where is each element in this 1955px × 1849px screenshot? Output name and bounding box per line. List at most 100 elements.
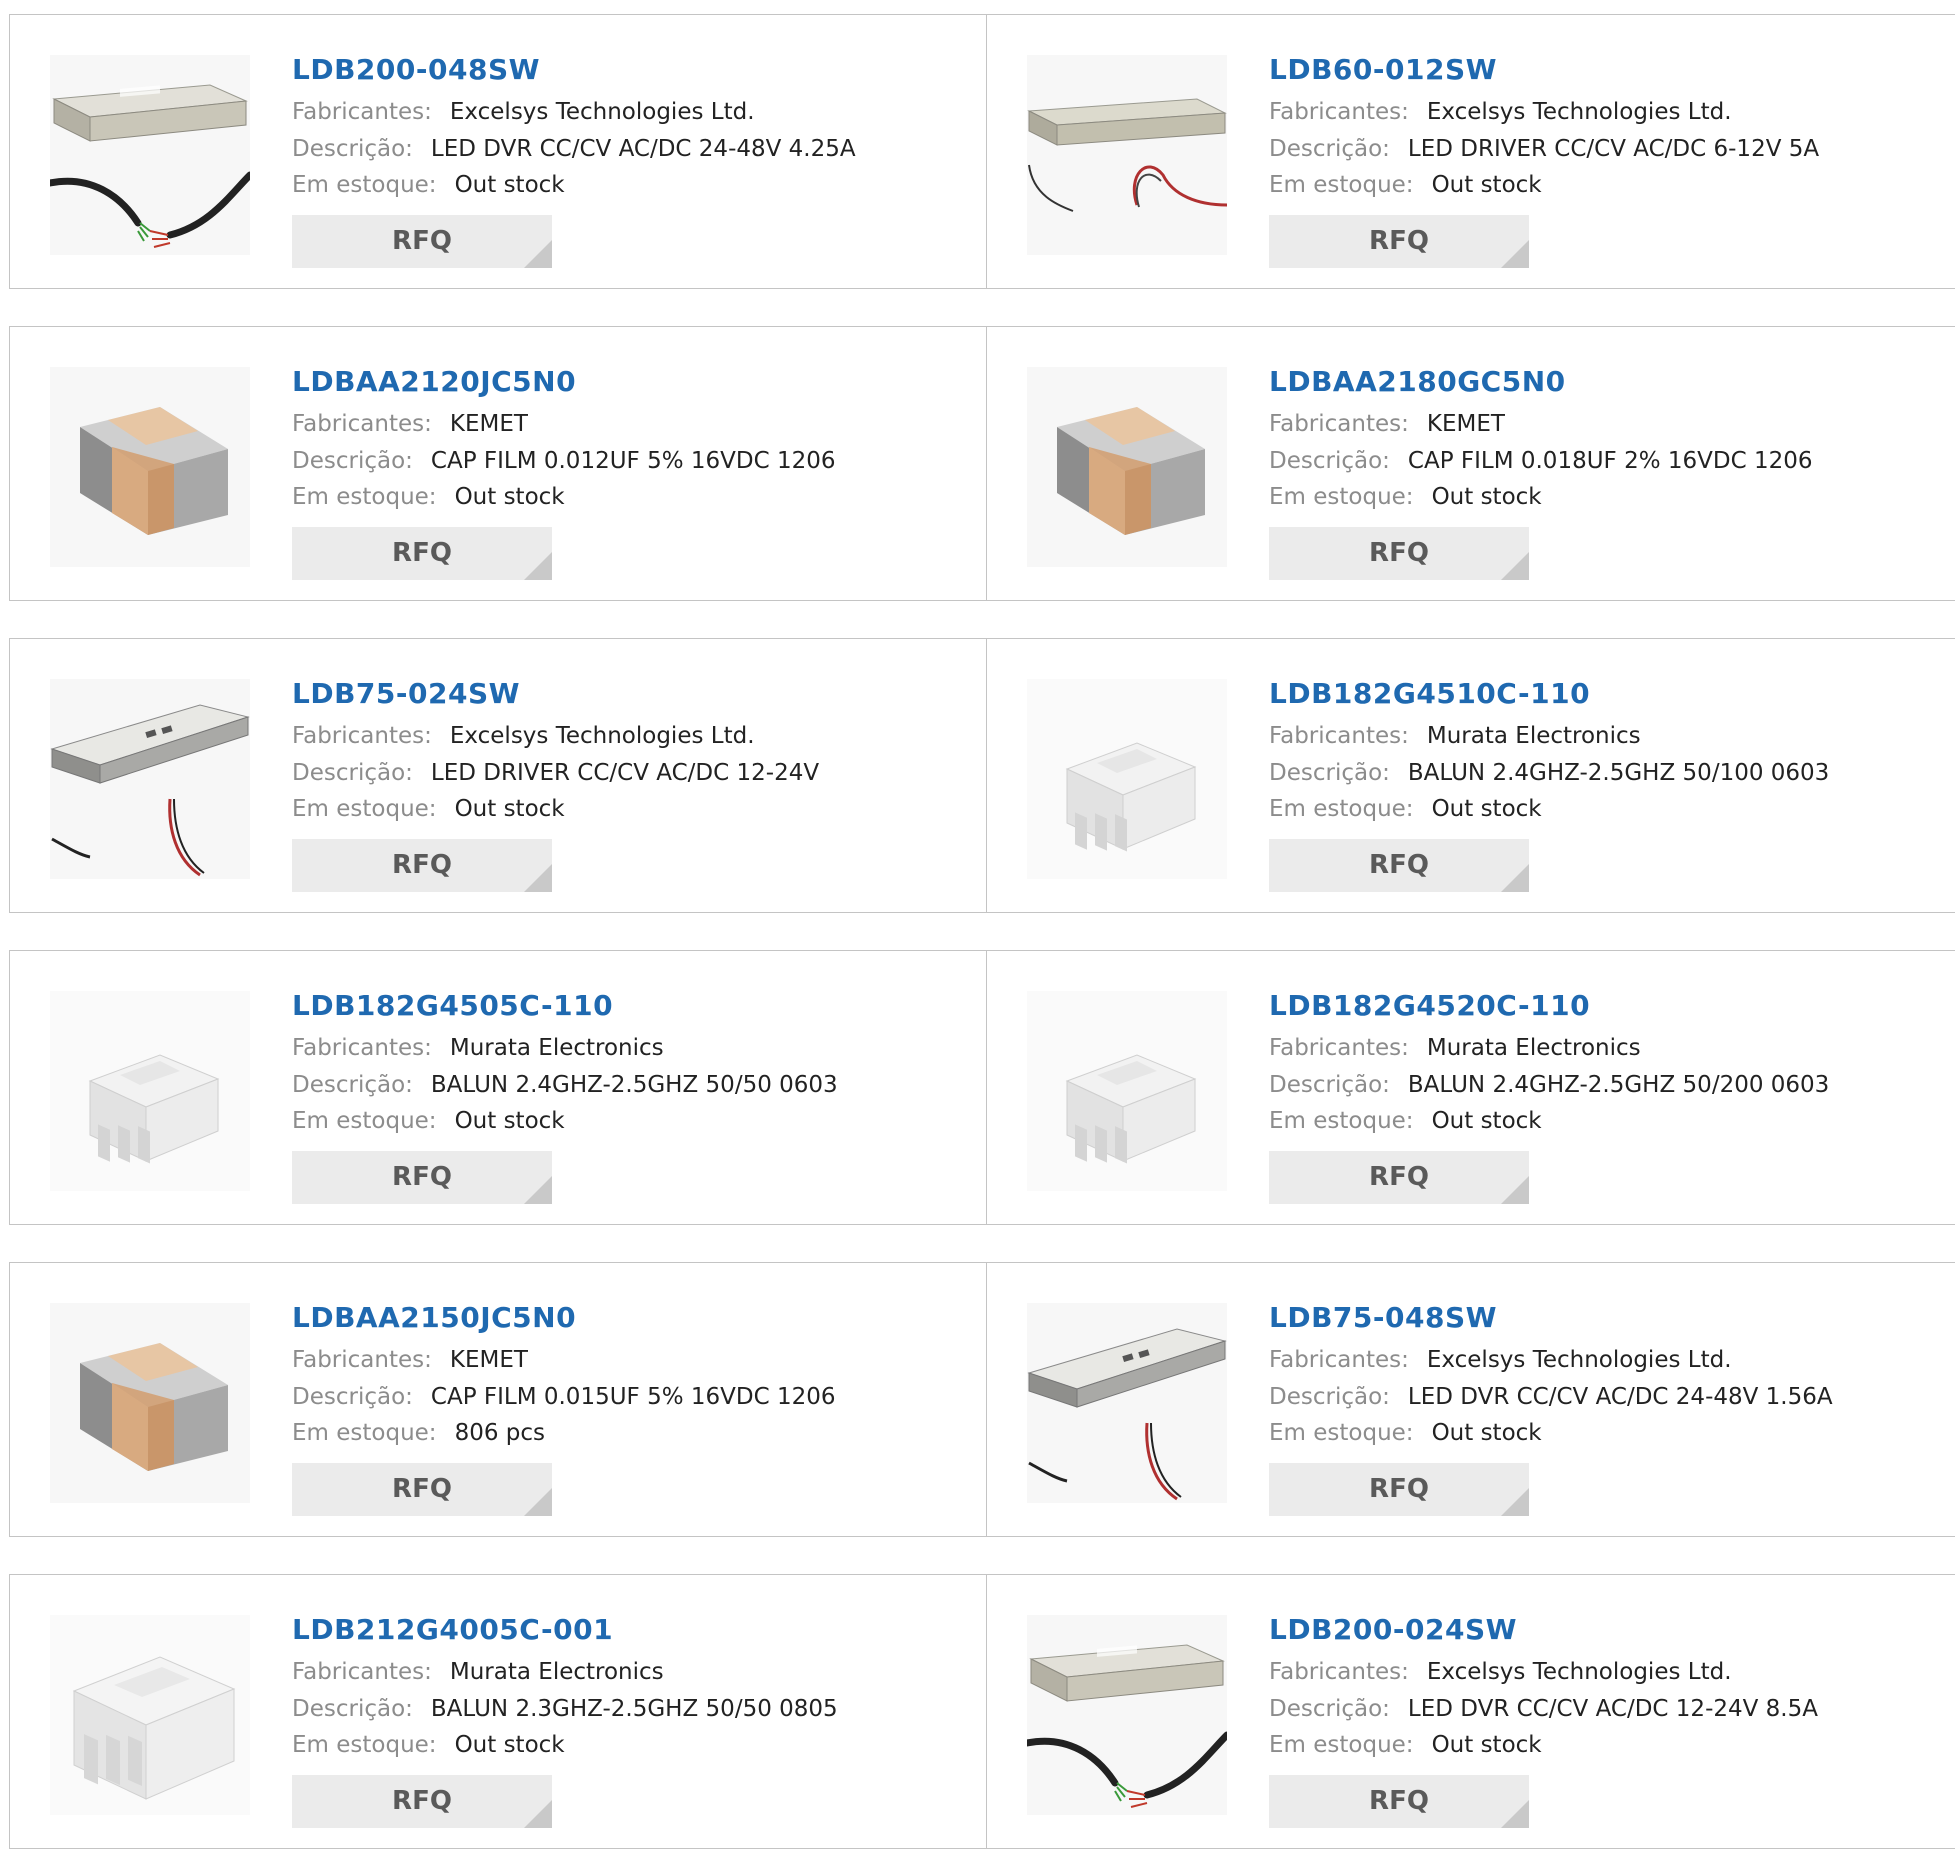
product-image[interactable] [1027, 991, 1227, 1191]
stock-value: Out stock [454, 1732, 565, 1758]
rfq-button[interactable]: RFQ [1269, 215, 1529, 268]
led-driver-icon [50, 679, 250, 879]
stock-label: Em estoque: [292, 1420, 437, 1446]
rfq-label: RFQ [392, 226, 452, 256]
stock-value: Out stock [454, 172, 565, 198]
description-label: Descrição: [292, 760, 413, 786]
rfq-button[interactable]: RFQ [292, 839, 552, 892]
manufacturer-row: Fabricantes: KEMET [1269, 411, 1505, 437]
corner-decoration [1501, 240, 1529, 268]
corner-decoration [524, 864, 552, 892]
corner-decoration [524, 240, 552, 268]
product-card: LDBAA2180GC5N0 Fabricantes: KEMET Descriç… [986, 326, 1955, 601]
manufacturer-value: Murata Electronics [1426, 723, 1641, 749]
corner-decoration [1501, 552, 1529, 580]
rfq-button[interactable]: RFQ [1269, 1463, 1529, 1516]
product-image[interactable] [50, 367, 250, 567]
stock-label: Em estoque: [1269, 172, 1414, 198]
stock-row: Em estoque: Out stock [1269, 484, 1542, 510]
manufacturer-value: Murata Electronics [449, 1035, 664, 1061]
led-driver-svg [1027, 1303, 1227, 1503]
balun-chip-icon [1027, 679, 1227, 879]
corner-decoration [524, 1176, 552, 1204]
product-image[interactable] [50, 55, 250, 255]
product-image[interactable] [1027, 1303, 1227, 1503]
product-part-number-link[interactable]: LDBAA2180GC5N0 [1269, 365, 1566, 398]
product-image[interactable] [1027, 1615, 1227, 1815]
stock-row: Em estoque: Out stock [1269, 1420, 1542, 1446]
description-row: Descrição: LED DRIVER CC/CV AC/DC 6-12V 5… [1269, 136, 1819, 162]
led-driver-icon [50, 55, 250, 255]
description-value: CAP FILM 0.015UF 5% 16VDC 1206 [430, 1384, 836, 1410]
description-label: Descrição: [1269, 448, 1390, 474]
balun-chip-icon [1027, 991, 1227, 1191]
product-card: LDB75-048SW Fabricantes: Excelsys Technol… [986, 1262, 1955, 1537]
led-driver-icon [1027, 55, 1227, 255]
corner-decoration [1501, 864, 1529, 892]
rfq-button[interactable]: RFQ [292, 1775, 552, 1828]
product-part-number-link[interactable]: LDB200-024SW [1269, 1613, 1517, 1646]
product-part-number-link[interactable]: LDB182G4505C-110 [292, 989, 613, 1022]
manufacturer-row: Fabricantes: Murata Electronics [292, 1659, 664, 1685]
rfq-button[interactable]: RFQ [1269, 527, 1529, 580]
product-part-number-link[interactable]: LDBAA2150JC5N0 [292, 1301, 576, 1334]
rfq-button[interactable]: RFQ [1269, 1775, 1529, 1828]
description-value: BALUN 2.4GHZ-2.5GHZ 50/200 0603 [1407, 1072, 1830, 1098]
product-image[interactable] [50, 991, 250, 1191]
description-row: Descrição: LED DRIVER CC/CV AC/DC 12-24V [292, 760, 819, 786]
product-image[interactable] [50, 1615, 250, 1815]
led-driver-icon [1027, 1303, 1227, 1503]
rfq-button[interactable]: RFQ [292, 1151, 552, 1204]
product-part-number-link[interactable]: LDBAA2120JC5N0 [292, 365, 576, 398]
stock-row: Em estoque: Out stock [1269, 1732, 1542, 1758]
corner-decoration [524, 1488, 552, 1516]
product-card: LDB75-024SW Fabricantes: Excelsys Technol… [9, 638, 987, 913]
product-part-number-link[interactable]: LDB182G4520C-110 [1269, 989, 1590, 1022]
description-label: Descrição: [1269, 1384, 1390, 1410]
product-image[interactable] [1027, 367, 1227, 567]
stock-value: Out stock [454, 1108, 565, 1134]
stock-value: Out stock [1431, 796, 1542, 822]
rfq-label: RFQ [1369, 1786, 1429, 1816]
product-card: LDBAA2150JC5N0 Fabricantes: KEMET Descriç… [9, 1262, 987, 1537]
manufacturer-value: Excelsys Technologies Ltd. [449, 99, 755, 125]
rfq-button[interactable]: RFQ [1269, 1151, 1529, 1204]
product-image[interactable] [1027, 55, 1227, 255]
rfq-button[interactable]: RFQ [292, 527, 552, 580]
product-image[interactable] [1027, 679, 1227, 879]
product-image[interactable] [50, 679, 250, 879]
rfq-button[interactable]: RFQ [292, 215, 552, 268]
product-image[interactable] [50, 1303, 250, 1503]
product-part-number-link[interactable]: LDB75-024SW [292, 677, 520, 710]
product-part-number-link[interactable]: LDB60-012SW [1269, 53, 1497, 86]
stock-row: Em estoque: 806 pcs [292, 1420, 545, 1446]
manufacturer-row: Fabricantes: Murata Electronics [292, 1035, 664, 1061]
description-value: BALUN 2.4GHZ-2.5GHZ 50/100 0603 [1407, 760, 1830, 786]
led-driver-svg [50, 679, 250, 879]
rfq-label: RFQ [392, 1786, 452, 1816]
manufacturer-label: Fabricantes: [1269, 411, 1409, 437]
product-part-number-link[interactable]: LDB75-048SW [1269, 1301, 1497, 1334]
rfq-button[interactable]: RFQ [292, 1463, 552, 1516]
manufacturer-value: KEMET [449, 1347, 528, 1373]
stock-label: Em estoque: [292, 1732, 437, 1758]
description-value: CAP FILM 0.012UF 5% 16VDC 1206 [430, 448, 836, 474]
smd-capacitor-icon [1027, 367, 1227, 567]
product-part-number-link[interactable]: LDB212G4005C-001 [292, 1613, 613, 1646]
description-label: Descrição: [1269, 1072, 1390, 1098]
product-part-number-link[interactable]: LDB200-048SW [292, 53, 540, 86]
manufacturer-row: Fabricantes: Excelsys Technologies Ltd. [1269, 1659, 1732, 1685]
description-row: Descrição: BALUN 2.4GHZ-2.5GHZ 50/200 060… [1269, 1072, 1829, 1098]
description-label: Descrição: [292, 1384, 413, 1410]
rfq-button[interactable]: RFQ [1269, 839, 1529, 892]
stock-value: Out stock [1431, 1108, 1542, 1134]
corner-decoration [1501, 1176, 1529, 1204]
corner-decoration [524, 1800, 552, 1828]
stock-value: Out stock [1431, 172, 1542, 198]
manufacturer-row: Fabricantes: KEMET [292, 1347, 528, 1373]
product-part-number-link[interactable]: LDB182G4510C-110 [1269, 677, 1590, 710]
manufacturer-row: Fabricantes: Murata Electronics [1269, 723, 1641, 749]
description-row: Descrição: CAP FILM 0.018UF 2% 16VDC 1206 [1269, 448, 1813, 474]
manufacturer-label: Fabricantes: [292, 411, 432, 437]
description-value: LED DVR CC/CV AC/DC 12-24V 8.5A [1407, 1696, 1818, 1722]
